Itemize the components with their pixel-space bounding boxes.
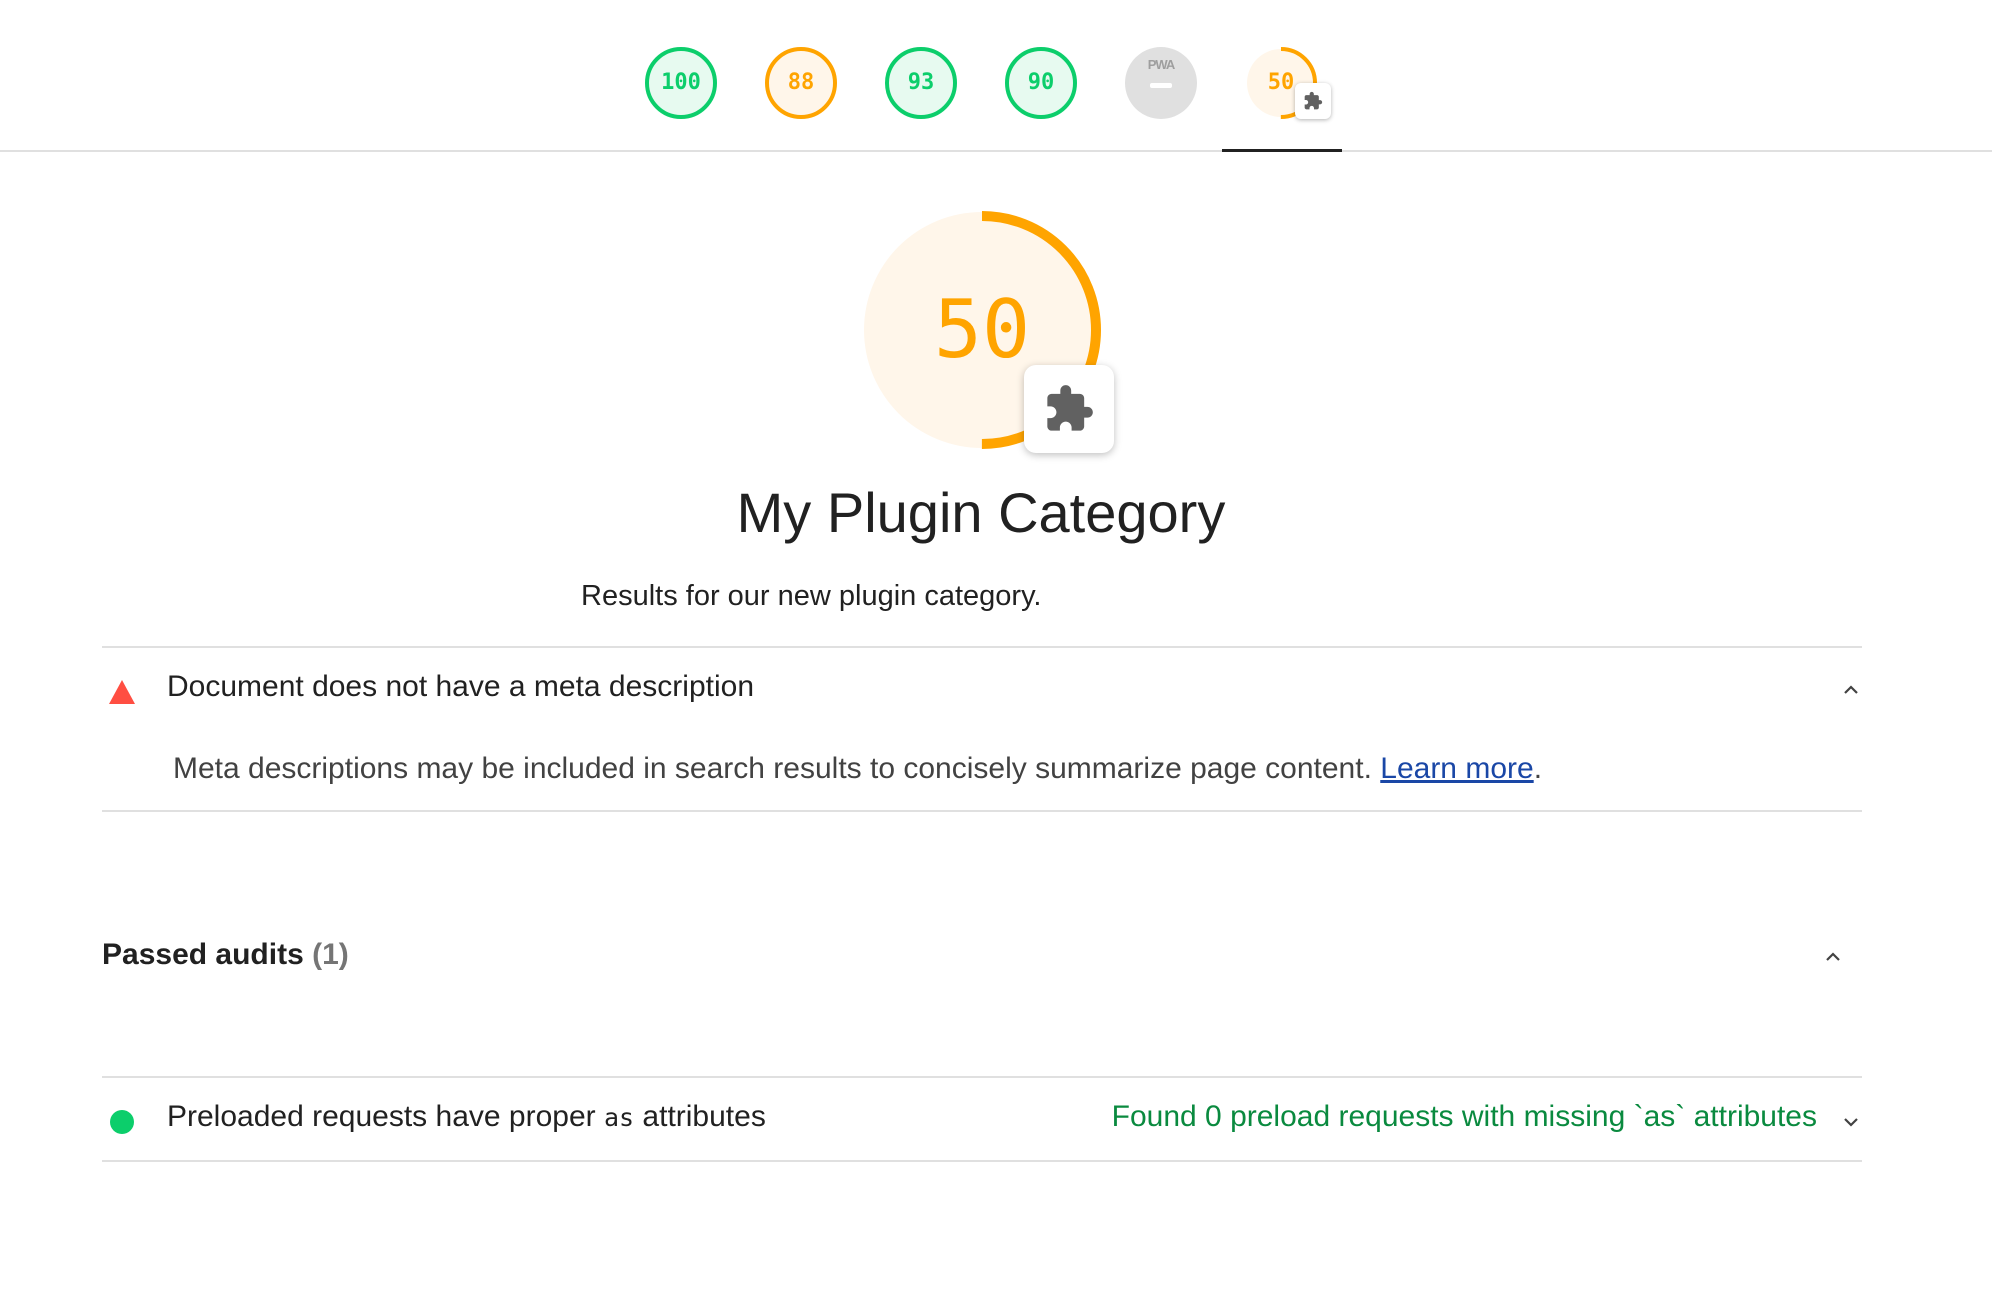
gauge-plugin[interactable]: 50 (1243, 45, 1331, 121)
group-title-text: Passed audits (102, 938, 304, 971)
category-title: My Plugin Category (736, 481, 1226, 544)
audit-preload-as[interactable]: Preloaded requests have proper as attrib… (102, 1078, 1862, 1160)
learn-more-link[interactable]: Learn more (1380, 752, 1533, 785)
gauge-score: 88 (787, 70, 815, 95)
category-description: Results for our new plugin category. (581, 580, 1042, 612)
gauge-performance[interactable]: 100 (643, 45, 719, 121)
passed-audits-group-title[interactable]: Passed audits (1) (102, 938, 349, 972)
audit-description: Meta descriptions may be included in sea… (173, 752, 1542, 786)
chevron-up-icon[interactable] (1821, 945, 1845, 969)
audit-title: Preloaded requests have proper as attrib… (167, 1100, 766, 1134)
audit-title: Document does not have a meta descriptio… (167, 670, 755, 703)
gauge-score: 90 (1027, 70, 1055, 95)
gauge-best-practices[interactable]: 93 (883, 45, 959, 121)
puzzle-piece-icon (1304, 91, 1323, 110)
gauge-score: 93 (907, 70, 935, 95)
divider (102, 1160, 1862, 1162)
audit-title-text: Preloaded requests have proper (167, 1100, 596, 1133)
audit-description-period: . (1533, 752, 1543, 785)
group-count: (1) (312, 938, 349, 971)
divider (102, 810, 1862, 812)
chevron-up-icon[interactable] (1839, 678, 1863, 702)
audit-display-value: Found 0 preload requests with missing `a… (1111, 1100, 1817, 1133)
puzzle-piece-icon (1047, 385, 1093, 431)
gauge-accessibility[interactable]: 88 (763, 45, 839, 121)
gauge-score: 100 (661, 70, 701, 95)
category-nav-bar: 100 88 93 90 PWA 50 (0, 0, 1992, 152)
audit-description-text: Meta descriptions may be included in sea… (173, 752, 1372, 785)
plugin-badge (1024, 365, 1114, 453)
gauge-pwa[interactable]: PWA (1123, 45, 1199, 121)
plugin-badge (1295, 83, 1331, 119)
audit-title-code: as (603, 1103, 635, 1132)
pass-circle-icon (110, 1110, 134, 1134)
selected-tab-indicator (1222, 149, 1342, 152)
chevron-down-icon[interactable] (1839, 1110, 1863, 1134)
category-score-gauge: 50 (862, 210, 1114, 453)
pwa-dash-icon (1150, 83, 1172, 88)
gauge-seo[interactable]: 90 (1003, 45, 1079, 121)
fail-triangle-icon (109, 680, 135, 704)
audit-title-text: attributes (642, 1100, 766, 1133)
pwa-badge-label: PWA (1147, 57, 1176, 72)
